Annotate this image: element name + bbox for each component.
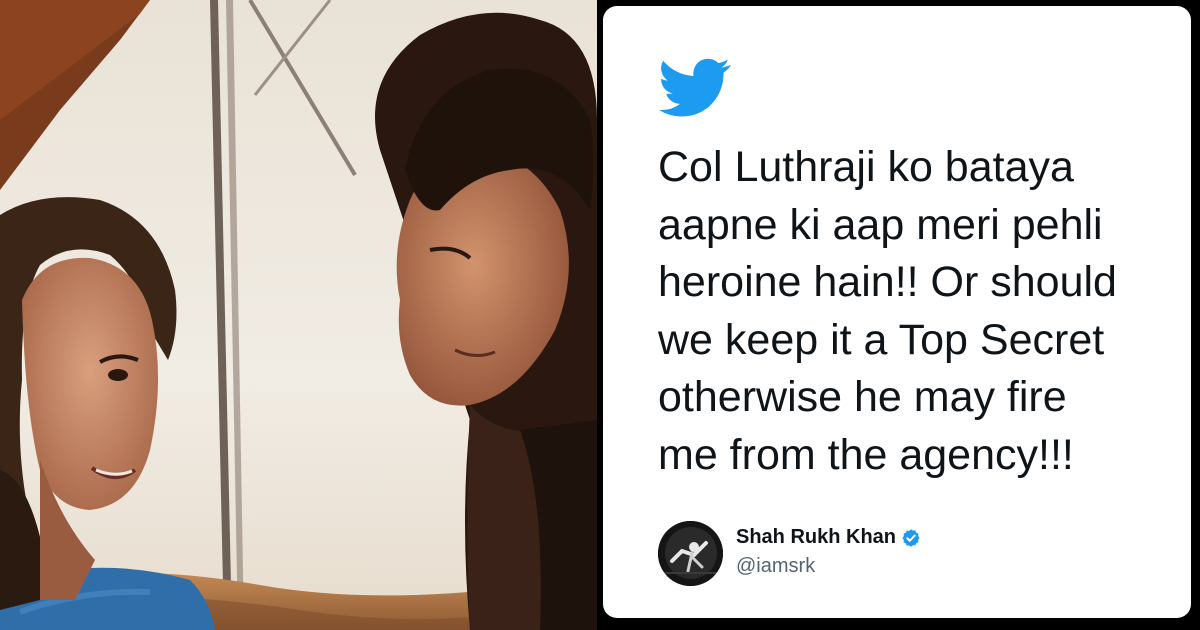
avatar [658, 521, 723, 586]
twitter-bird-icon [659, 58, 731, 117]
author-name: Shah Rukh Khan [736, 526, 897, 548]
tweet-graphic: Col Luthraji ko bataya aapne ki aap meri… [0, 0, 1200, 630]
tweet-text: Col Luthraji ko bataya aapne ki aap meri… [658, 139, 1178, 484]
author-name-row: Shah Rukh Khan [736, 526, 921, 549]
tweet-line: aapne ki aap meri pehli [658, 200, 1103, 249]
avatar-image [658, 521, 723, 586]
tweet-line: otherwise he may fire [658, 373, 1067, 421]
verified-badge-icon [902, 528, 920, 547]
tweet-line: we keep it a Top Secret [658, 315, 1105, 364]
tweet-card-frame: Col Luthraji ko bataya aapne ki aap meri… [597, 0, 1200, 630]
tweet-line: heroine hain!! Or should [658, 258, 1117, 306]
tweet-card: Col Luthraji ko bataya aapne ki aap meri… [603, 6, 1191, 618]
tweet-line: Col Luthraji ko bataya [658, 143, 1074, 191]
film-still-photo [0, 0, 597, 630]
author-handle: @iamsrk [736, 555, 816, 577]
film-still-illustration [0, 0, 597, 630]
tweet-line: me from the agency!!! [658, 430, 1074, 479]
